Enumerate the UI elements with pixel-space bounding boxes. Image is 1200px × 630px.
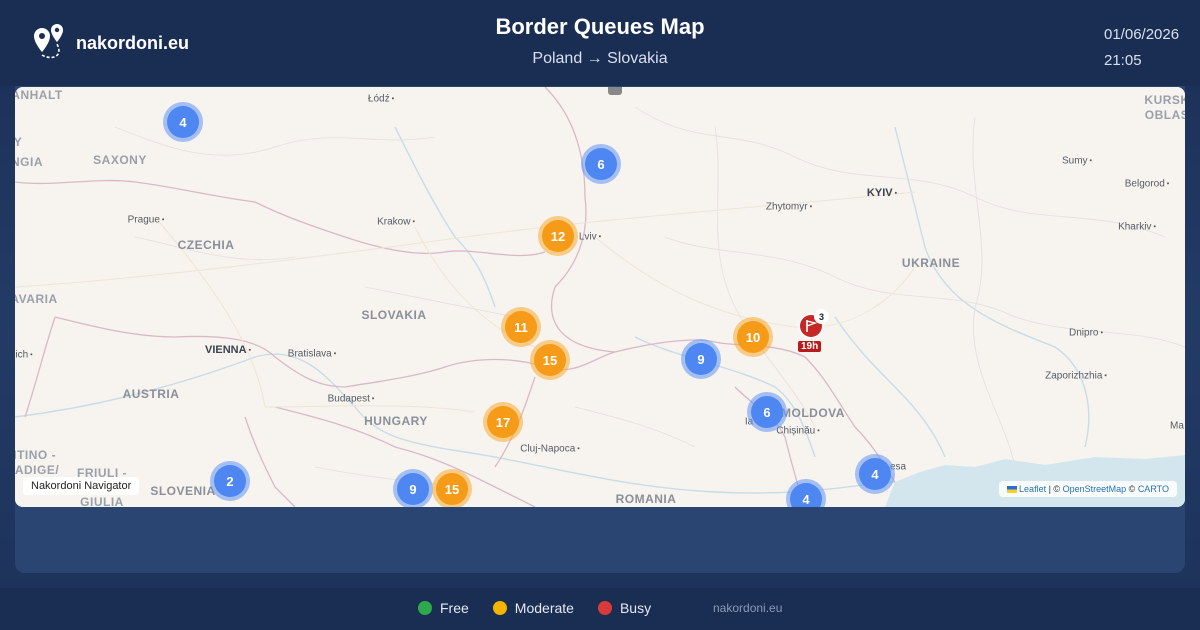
- footer: Free Moderate Busy nakordoni.eu: [0, 588, 1200, 630]
- cluster-marker[interactable]: 12: [538, 216, 578, 256]
- busy-count-badge: 3: [814, 309, 829, 324]
- legend-label-busy: Busy: [619, 600, 652, 616]
- map-label-anhalt: ANHALT: [15, 88, 63, 102]
- map-label-vienna: VIENNA: [205, 344, 251, 356]
- cluster-count: 15: [436, 473, 468, 505]
- datetime: 01/06/2026 21:05: [1104, 22, 1180, 74]
- cluster-marker[interactable]: 11: [501, 307, 541, 347]
- map-label-ich: ich: [15, 350, 32, 361]
- date-text: 01/06/2026: [1104, 26, 1180, 43]
- map-label-moldova: MOLDOVA: [781, 406, 845, 420]
- attribution-sep: ©: [1128, 484, 1136, 494]
- map-label-saxony: SAXONY: [93, 153, 147, 167]
- legend-item-free: Free: [418, 600, 469, 616]
- cluster-count: 2: [214, 465, 246, 497]
- cluster-count: 4: [167, 106, 199, 138]
- cluster-marker[interactable]: 6: [747, 392, 787, 432]
- cluster-count: 17: [487, 406, 519, 438]
- busy-wait-badge: 19h: [798, 341, 822, 352]
- map-label-kursk: KURSK: [1144, 93, 1185, 107]
- cluster-count: 15: [534, 344, 566, 376]
- map-label-cluj-napoca: Cluj-Napoca: [520, 444, 580, 455]
- legend-label-free: Free: [440, 600, 469, 616]
- ukraine-flag-icon: [1007, 486, 1018, 494]
- cluster-count: 11: [505, 311, 537, 343]
- cluster-marker[interactable]: 9: [393, 469, 433, 507]
- map-label-oblas: OBLAS: [1144, 108, 1185, 122]
- cluster-count: 4: [859, 458, 891, 490]
- legend-label-moderate: Moderate: [514, 600, 574, 616]
- cluster-count: 9: [685, 343, 717, 375]
- map-label-ntino: NTINO -: [15, 448, 57, 462]
- cluster-marker[interactable]: 4: [855, 454, 895, 494]
- legend-dot-busy: [597, 601, 612, 615]
- cluster-count: 12: [542, 220, 574, 252]
- cluster-marker[interactable]: 15: [432, 469, 472, 507]
- map[interactable]: ANHALT Y NGIA SAXONY CZECHIA AVARIA SLOV…: [15, 87, 1185, 507]
- legend-dot-free: [418, 601, 432, 615]
- cluster-marker[interactable]: 2: [210, 461, 250, 501]
- map-label-zaporizhzhia: Zaporizhzhia: [1045, 371, 1107, 382]
- cluster-count: 9: [397, 473, 429, 505]
- cluster-marker[interactable]: 15: [530, 340, 570, 380]
- legend-item-busy: Busy: [597, 600, 652, 616]
- attribution-sep: | ©: [1048, 484, 1061, 494]
- map-label-hungary: HUNGARY: [364, 414, 428, 428]
- carto-link[interactable]: CARTO: [1138, 484, 1169, 494]
- map-label-adige: ADIGE/: [15, 463, 60, 477]
- cluster-count: 6: [585, 148, 617, 180]
- map-label-ukraine: UKRAINE: [901, 256, 961, 270]
- cluster-marker[interactable]: 4: [163, 102, 203, 142]
- map-label-giulia: GIULIA: [80, 495, 124, 507]
- osm-link[interactable]: OpenStreetMap: [1063, 484, 1127, 494]
- time-text: 21:05: [1104, 52, 1142, 69]
- map-label-y: Y: [15, 135, 23, 149]
- map-label-belgorod: Belgorod: [1125, 179, 1170, 190]
- map-label-slovenia: SLOVENIA: [150, 484, 216, 498]
- cluster-marker[interactable]: 6: [581, 144, 621, 184]
- edge-marker-icon[interactable]: [608, 87, 622, 95]
- cluster-marker[interactable]: 9: [681, 339, 721, 379]
- legend-item-moderate: Moderate: [492, 600, 574, 616]
- map-label-ngia: NGIA: [15, 155, 43, 169]
- cluster-marker[interactable]: 10: [733, 317, 773, 357]
- cluster-count: 4: [790, 483, 822, 507]
- map-label-bratislava: Bratislava: [288, 349, 336, 360]
- route-subtitle: Poland → Slovakia: [532, 50, 668, 67]
- map-label-chisinau: Chișinău: [776, 426, 819, 437]
- map-label-romania: ROMANIA: [615, 492, 677, 506]
- map-label-avaria: AVARIA: [15, 292, 58, 306]
- legend: Free Moderate Busy: [418, 600, 675, 616]
- cluster-marker[interactable]: 17: [483, 402, 523, 442]
- header: nakordoni.eu Border Queues Map Poland → …: [0, 0, 1200, 86]
- title-block: Border Queues Map Poland → Slovakia: [0, 14, 1200, 68]
- map-label-austria: AUSTRIA: [122, 387, 180, 401]
- navigator-label: Nakordoni Navigator: [23, 477, 140, 495]
- map-attribution: Leaflet | © OpenStreetMap © CARTO: [999, 481, 1177, 497]
- cluster-count: 10: [737, 321, 769, 353]
- map-label-slovakia: SLOVAKIA: [361, 308, 427, 322]
- map-label-czechia: CZECHIA: [177, 238, 235, 252]
- map-label-lodz: Łódź: [368, 94, 394, 105]
- legend-dot-moderate: [492, 601, 507, 615]
- map-label-zhytomyr: Zhytomyr: [766, 202, 812, 213]
- busy-crossing-marker[interactable]: 3 19h: [798, 309, 838, 357]
- map-label-budapest: Budapest: [328, 394, 375, 405]
- map-label-prague: Prague: [128, 215, 165, 226]
- map-label-kharkiv: Kharkiv: [1118, 222, 1156, 233]
- map-label-lviv: Lviv: [579, 232, 601, 243]
- map-label-dnipro: Dnipro: [1069, 328, 1103, 339]
- map-label-sumy: Sumy: [1062, 156, 1092, 167]
- footer-site[interactable]: nakordoni.eu: [713, 601, 782, 615]
- map-label-kyiv: KYIV: [867, 187, 897, 199]
- cluster-count: 6: [751, 396, 783, 428]
- map-label-krakow: Krakow: [377, 217, 415, 228]
- map-label-ma: Ma: [1170, 420, 1184, 432]
- leaflet-link[interactable]: Leaflet: [1019, 484, 1046, 494]
- page-title: Border Queues Map: [495, 14, 705, 39]
